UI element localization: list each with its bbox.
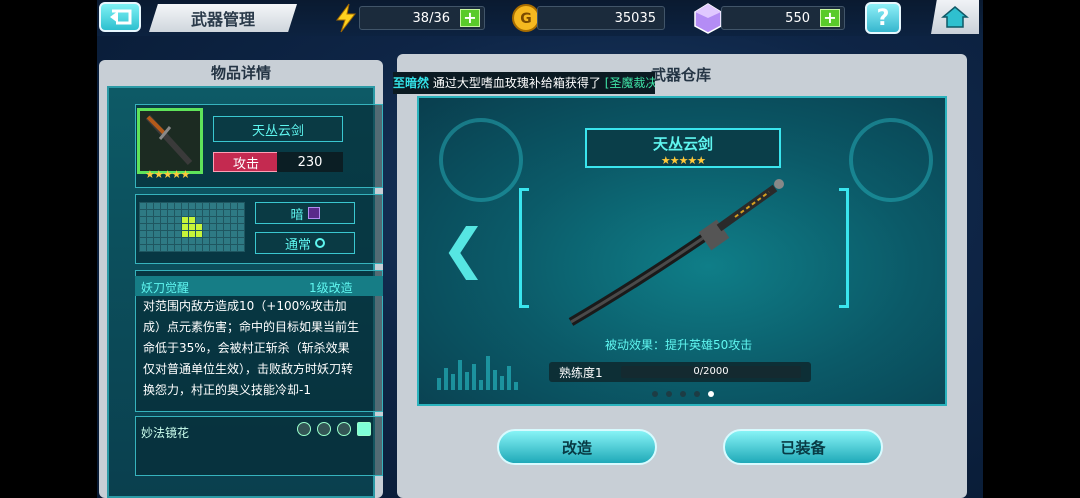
skill-level: 1级改造 [309, 281, 353, 295]
skill-description: 对范围内敌方造成10（+100%攻击加成）点元素伤害；命中的目标如果当前生命低于… [143, 299, 360, 397]
attack-range-grid [139, 202, 245, 252]
radar-decoration [439, 118, 523, 202]
type-icon [315, 238, 325, 248]
skill-slot-icon [297, 422, 311, 436]
page-dot-active[interactable] [708, 391, 714, 397]
page-dot[interactable] [694, 391, 700, 397]
proficiency-bar: 熟练度1 0/2000 [549, 362, 811, 382]
help-button[interactable]: ? [865, 2, 901, 34]
right-bracket [839, 188, 849, 308]
gem-icon [694, 3, 722, 34]
gun-icon [357, 422, 371, 436]
page-dot[interactable] [652, 391, 658, 397]
home-icon [941, 6, 969, 28]
element-label: 暗 [290, 207, 304, 223]
weapon-name-box: 天丛云剑 [213, 116, 343, 142]
page-indicator [652, 391, 714, 397]
ticker-item: [圣魔裁决] [604, 76, 655, 90]
passive-effect: 被动效果：提升英雄50攻击 [605, 338, 753, 352]
add-gem-button[interactable]: + [820, 9, 840, 27]
weapon-showcase: 天丛云剑 ★★★★★ ❮ 被动效果：提升英雄50攻击 熟练度1 0/2000 [417, 96, 947, 406]
ticker-text: 通过大型嗜血玫瑰补给箱获得了 [432, 76, 601, 90]
range-cell [182, 217, 188, 223]
weapon-image [568, 179, 784, 326]
skill-slot-icon [337, 422, 351, 436]
skill-title: 妖刀觉醒 [141, 281, 190, 295]
ticker-player: 至暗然 [393, 76, 430, 90]
warehouse-title: 武器仓库 [651, 66, 712, 84]
sub-skill-icons [297, 422, 371, 436]
prev-weapon-button[interactable]: ❮ [441, 222, 486, 276]
sword-icon [145, 114, 193, 166]
element-tag: 暗 [255, 202, 355, 224]
range-cell [182, 231, 188, 237]
radar-decoration [849, 118, 933, 202]
left-bracket [519, 188, 529, 308]
svg-text:G: G [520, 11, 532, 27]
energy-counter: 38/36 + [359, 6, 485, 30]
skill-slot-icon [317, 422, 331, 436]
range-cell [189, 231, 195, 237]
page-dot[interactable] [680, 391, 686, 397]
attack-value: 230 [277, 152, 343, 172]
gold-counter: 35035 [537, 6, 665, 30]
add-energy-button[interactable]: + [460, 9, 480, 27]
showcase-stars: ★★★★★ [660, 154, 706, 167]
page-dot[interactable] [666, 391, 672, 397]
weapon-thumbnail[interactable] [137, 108, 203, 174]
range-cell [182, 224, 188, 230]
lightning-icon [336, 3, 357, 33]
sub-skill-title: 妙法镜花 [141, 426, 190, 440]
range-cell [189, 224, 195, 230]
modify-button[interactable]: 改造 [497, 429, 657, 465]
announcement-ticker: 至暗然 通过大型嗜血玫瑰补给箱获得了 [圣魔裁决] [393, 72, 655, 94]
range-cell [196, 231, 202, 237]
type-label: 通常 [284, 237, 311, 253]
home-button[interactable] [931, 0, 979, 34]
back-arrow-icon [110, 9, 132, 25]
weapon-name-plate: 天丛云剑 ★★★★★ [585, 128, 781, 168]
gem-counter: 550 + [721, 6, 845, 30]
type-tag: 通常 [255, 232, 355, 254]
game-screen: 武器管理 38/36 + G 35035 550 + ? 物品详情 ★★★★★ … [97, 0, 983, 498]
showcase-weapon-name: 天丛云剑 [652, 135, 713, 153]
question-icon: ? [876, 5, 890, 31]
proficiency-label: 熟练度1 [559, 366, 603, 380]
dark-element-icon [307, 207, 320, 219]
gem-value: 550 [785, 10, 810, 26]
range-cell [196, 224, 202, 230]
proficiency-value: 0/2000 [693, 366, 729, 377]
gold-value: 35035 [614, 10, 656, 26]
equalizer-decoration [437, 350, 518, 390]
page-title: 武器管理 [149, 4, 297, 32]
weapon-warehouse-panel: 武器仓库 天丛云剑 ★★★★★ ❮ 被动效果：提升英雄50攻击 熟练度1 0/2… [397, 54, 967, 498]
equipped-button[interactable]: 已装备 [723, 429, 883, 465]
attack-label: 攻击 [213, 152, 279, 172]
top-bar: 武器管理 38/36 + G 35035 550 + ? [97, 0, 983, 36]
item-detail-title: 物品详情 [210, 64, 271, 82]
back-button[interactable] [99, 2, 141, 32]
energy-value: 38/36 [412, 10, 450, 26]
range-cell [189, 217, 195, 223]
chevron-left-icon: ❮ [441, 217, 487, 280]
thumb-stars: ★★★★★ [145, 168, 190, 181]
proficiency-track: 0/2000 [621, 366, 801, 378]
